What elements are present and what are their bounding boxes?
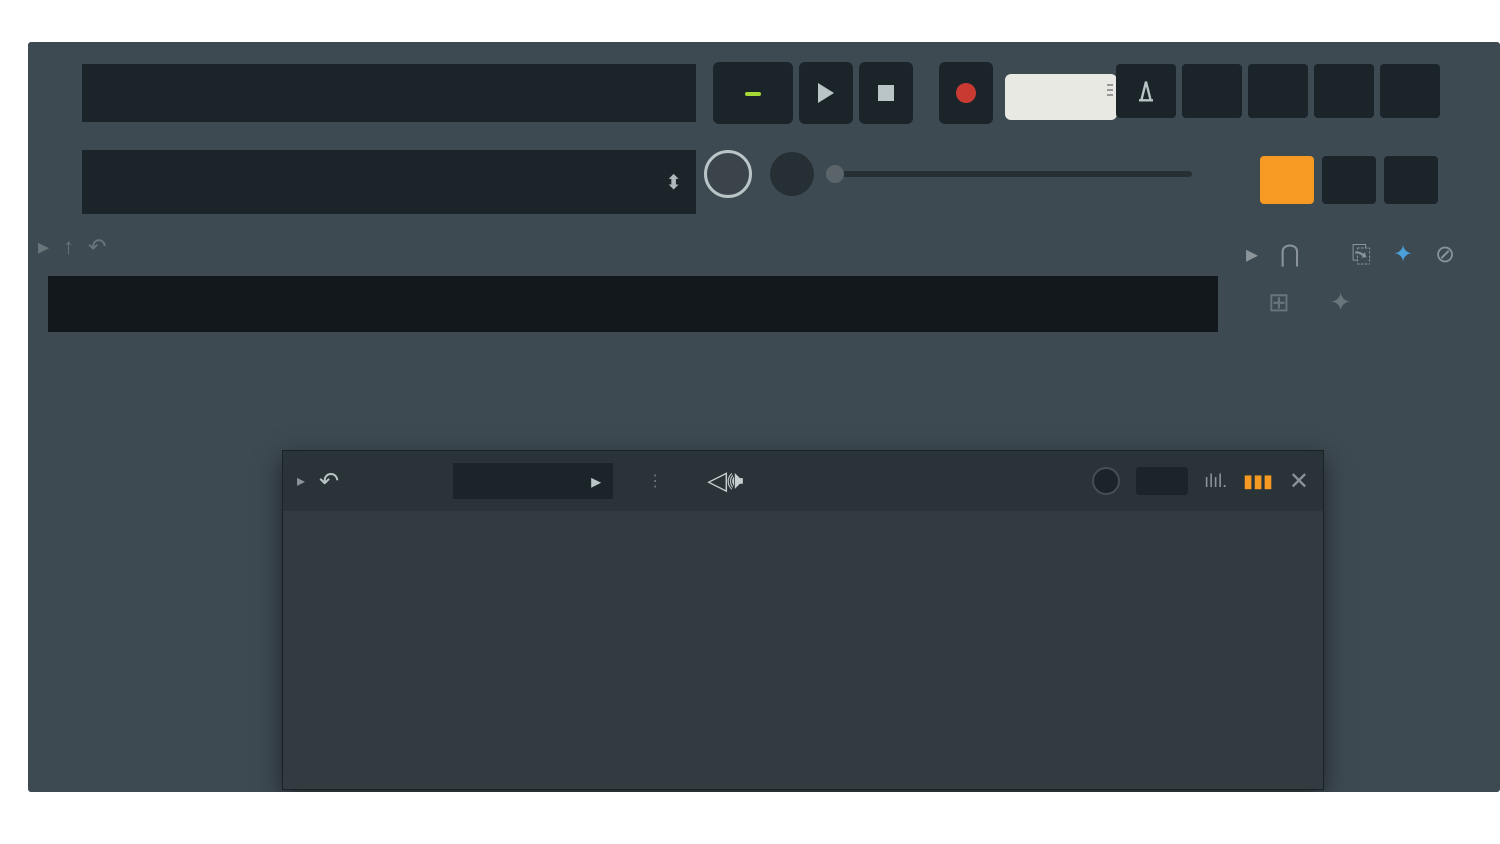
edit-button[interactable] [1384,156,1438,204]
cr-close-button[interactable]: ✕ [1289,467,1309,496]
channel-rack-window: ▸ ↶ ▸ ⋮ ◁🕪 ılıl. ▮▮▮ ✕ [282,450,1324,790]
app-window: ⬍ ▸ ↑ ↶ ▸ ⋂ ⎘ ✦ ⊘ ⊞ ✦ ▸ ↶ [28,42,1500,792]
channel-rack-header: ▸ ↶ ▸ ⋮ ◁🕪 ılıl. ▮▮▮ ✕ [283,451,1323,511]
main-menubar [82,64,696,122]
cr-swing-knob[interactable] [1092,467,1120,495]
master-controls [704,150,1192,198]
clip-icon[interactable]: ⎘ [1352,241,1371,269]
cr-steps-icon[interactable]: ▮▮▮ [1243,471,1273,492]
cr-filter-dropdown[interactable]: ▸ [453,463,613,499]
grid-icon[interactable]: ⊞ [1268,287,1290,318]
magnet-icon[interactable]: ⋂ [1280,240,1300,269]
slider-thumb[interactable] [826,165,844,183]
browser-tabs [48,276,1218,332]
paint-icon[interactable]: ✦ [1393,240,1413,269]
record-button[interactable] [939,62,993,124]
play-icon[interactable]: ▸ [1246,240,1258,269]
tool-5[interactable] [1380,64,1440,118]
browser-expand-icon[interactable]: ▸ [38,234,49,260]
playlist-button[interactable] [1260,156,1314,204]
pattern-icon: ⬍ [665,170,682,195]
master-pitch-knob[interactable] [770,152,814,196]
browser-back-icon[interactable]: ↶ [88,234,106,260]
stop-button[interactable] [859,62,913,124]
song-label [745,92,761,96]
playlist-view-icons: ⊞ ✦ [1228,277,1500,328]
chevron-right-icon: ▸ [591,469,601,494]
pattern-name[interactable]: ⬍ [657,170,682,195]
browser-up-icon[interactable]: ↑ [63,234,74,260]
hint-bar: ⬍ [82,150,696,214]
playlist-panel: ▸ ⋂ ⎘ ✦ ⊘ ⊞ ✦ [1228,232,1500,334]
tool-2[interactable] [1182,64,1242,118]
toolbar-right [1116,64,1440,118]
browser-header: ▸ ↑ ↶ [38,234,120,260]
wave-icon[interactable]: ✦ [1330,287,1352,318]
song-position-slider[interactable] [832,171,1192,177]
metronome-button[interactable] [1116,64,1176,118]
disable-icon[interactable]: ⊘ [1435,240,1455,269]
playlist-toolbar: ▸ ⋂ ⎘ ✦ ⊘ [1228,232,1500,277]
next-button[interactable] [1322,156,1376,204]
cr-menu-icon[interactable]: ▸ [297,471,305,491]
tool-4[interactable] [1314,64,1374,118]
dots-icon[interactable]: ⋮ [647,471,663,491]
cr-graph-icon[interactable]: ılıl. [1204,471,1227,492]
speaker-icon: ◁🕪 [707,465,743,497]
cr-title: ◁🕪 [707,465,753,497]
view-buttons [1260,156,1438,204]
play-button[interactable] [799,62,853,124]
cr-body [283,511,1323,527]
master-volume-knob[interactable] [704,150,752,198]
cr-undo-icon[interactable]: ↶ [319,467,339,496]
tempo-display[interactable] [1005,74,1117,120]
pat-song-toggle[interactable] [713,62,793,124]
cr-lcd[interactable] [1136,467,1188,495]
tool-3[interactable] [1248,64,1308,118]
transport-controls [713,62,1117,124]
